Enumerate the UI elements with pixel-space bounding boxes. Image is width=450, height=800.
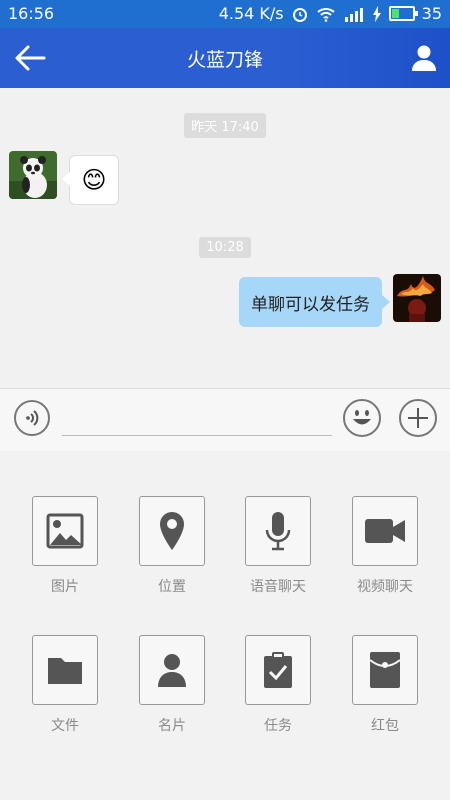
smiley-icon <box>353 410 371 425</box>
more-options-button[interactable] <box>399 399 437 437</box>
red-envelope-button[interactable] <box>352 635 418 705</box>
task-clipboard-icon <box>264 652 292 688</box>
profile-icon[interactable] <box>408 42 440 74</box>
message-input[interactable] <box>62 435 332 436</box>
panel-item-file[interactable]: 文件 <box>20 635 110 735</box>
red-envelope-icon <box>369 652 401 688</box>
folder-icon <box>48 658 82 684</box>
image-icon <box>46 513 84 549</box>
task-button[interactable] <box>245 635 311 705</box>
location-pin-icon <box>160 512 184 550</box>
app-bar: 火蓝刀锋 <box>0 28 450 88</box>
panel-item-label: 视频聊天 <box>357 579 413 595</box>
battery-icon <box>388 6 418 21</box>
voice-wave-icon <box>26 410 39 426</box>
panel-item-label: 文件 <box>51 718 79 734</box>
panel-item-location[interactable]: 位置 <box>127 496 217 596</box>
plus-icon <box>408 408 428 428</box>
contact-avatar[interactable] <box>9 151 57 199</box>
panel-item-video-call[interactable]: 视频聊天 <box>340 496 430 596</box>
chat-area: 昨天 17:40 😊 10:28 单聊可以发任务 <box>0 88 450 388</box>
panel-item-label: 语音聊天 <box>250 579 306 595</box>
voice-input-button[interactable] <box>14 400 50 436</box>
status-icons: 4.54 K/s 35 <box>219 4 442 23</box>
video-camera-icon <box>365 519 405 543</box>
panel-item-label: 红包 <box>371 718 399 734</box>
timestamp: 10:28 <box>0 236 450 258</box>
image-button[interactable] <box>32 496 98 566</box>
panel-item-label: 任务 <box>264 718 292 734</box>
alarm-icon <box>292 7 307 22</box>
incoming-message-bubble[interactable]: 😊 <box>62 155 119 205</box>
video-call-button[interactable] <box>352 496 418 566</box>
outgoing-message-bubble[interactable]: 单聊可以发任务 <box>239 277 390 327</box>
panel-item-label: 图片 <box>51 579 79 595</box>
smiley-emoji: 😊 <box>81 166 107 194</box>
clock: 16:56 <box>8 4 55 23</box>
timestamp: 昨天 17:40 <box>0 113 450 138</box>
panel-item-label: 名片 <box>158 718 186 734</box>
input-bar <box>0 388 450 452</box>
status-bar: 16:56 4.54 K/s 35 <box>0 0 450 28</box>
self-avatar[interactable] <box>393 274 441 322</box>
panel-item-red-envelope[interactable]: 红包 <box>340 635 430 735</box>
attachment-panel: 图片 位置 语音聊天 视频聊天 文件 名片 任务 红包 <box>0 451 450 800</box>
contact-card-button[interactable] <box>139 635 205 705</box>
battery-level: 35 <box>421 4 442 23</box>
voice-call-button[interactable] <box>245 496 311 566</box>
panel-item-image[interactable]: 图片 <box>20 496 110 596</box>
panel-item-voice-call[interactable]: 语音聊天 <box>233 496 323 596</box>
panel-item-contact-card[interactable]: 名片 <box>127 635 217 735</box>
file-button[interactable] <box>32 635 98 705</box>
charging-icon <box>372 5 381 22</box>
microphone-icon <box>265 512 291 551</box>
signal-icon <box>344 7 363 22</box>
network-speed: 4.54 K/s <box>218 4 284 23</box>
wifi-icon <box>316 7 335 22</box>
panel-item-label: 位置 <box>158 579 186 595</box>
message-text: 单聊可以发任务 <box>251 294 370 315</box>
chat-title: 火蓝刀锋 <box>186 49 263 71</box>
contact-card-icon <box>158 654 186 687</box>
location-button[interactable] <box>139 496 205 566</box>
emoji-button[interactable] <box>343 399 381 437</box>
panel-item-task[interactable]: 任务 <box>233 635 323 735</box>
